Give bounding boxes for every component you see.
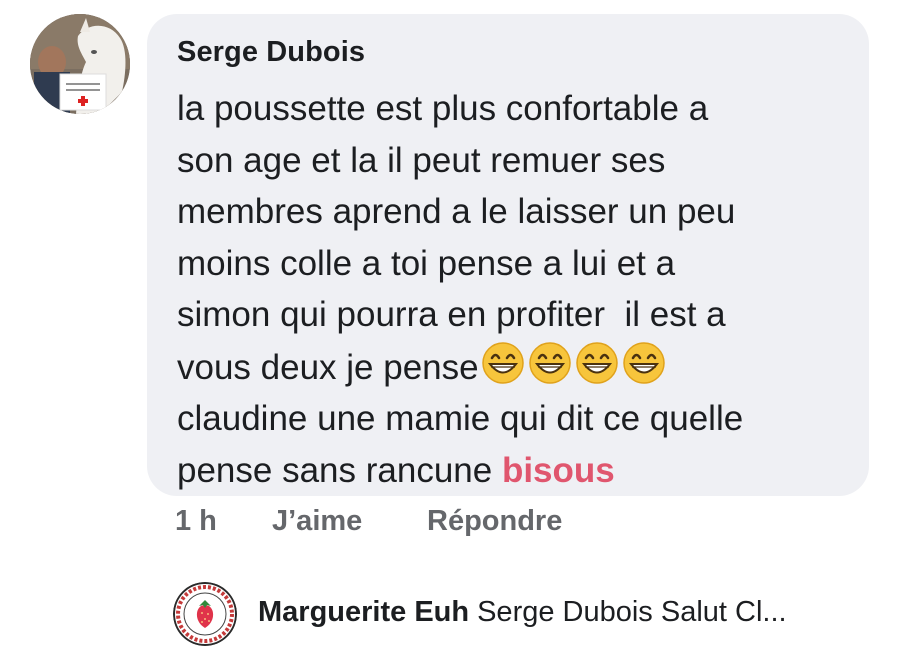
highlighted-word[interactable]: bisous [502, 451, 615, 490]
comment-line: claudine une mamie qui dit ce quelle [177, 399, 744, 438]
grinning-face-emoji-icon [622, 341, 665, 384]
grinning-face-emoji-icon [481, 341, 524, 384]
reply-avatar[interactable] [173, 582, 237, 646]
comment-line: membres aprend a le laisser un peu [177, 192, 736, 231]
comment-line: vous deux je pense [177, 347, 479, 387]
comment-thread: Serge Dubois la poussette est plus confo… [0, 0, 900, 654]
reply-author[interactable]: Marguerite Euh [258, 596, 469, 628]
comment-line: simon qui pourra en profiter il est a [177, 295, 726, 334]
comment-author[interactable]: Serge Dubois [177, 36, 365, 69]
avatar[interactable] [30, 14, 130, 114]
reply-button[interactable]: Répondre [427, 505, 562, 538]
comment-bubble: Serge Dubois la poussette est plus confo… [147, 14, 869, 496]
timestamp[interactable]: 1 h [175, 505, 217, 538]
comment-line: la poussette est plus confortable a [177, 89, 709, 128]
strawberry-logo-icon [173, 582, 237, 646]
grinning-face-emoji-icon [575, 341, 618, 384]
grinning-face-emoji-icon [528, 341, 571, 384]
comment-line-final: pense sans rancune bisous [177, 445, 837, 497]
comment-line: moins colle a toi pense a lui et a [177, 243, 676, 283]
emoji-group [481, 341, 666, 385]
profile-photo-horse-icon [30, 14, 130, 114]
reply-preview[interactable]: Marguerite Euh Serge Dubois Salut Cl... [258, 596, 787, 629]
comment-line-with-emojis: vous deux je pense [177, 341, 837, 394]
comment-line: pense sans rancune [177, 450, 502, 490]
comment-line: son age et la il peut remuer ses [177, 140, 666, 180]
like-button[interactable]: J’aime [272, 505, 362, 538]
comment-body: la poussette est plus confortable a son … [177, 83, 837, 496]
reply-snippet: Serge Dubois Salut Cl... [477, 596, 787, 628]
